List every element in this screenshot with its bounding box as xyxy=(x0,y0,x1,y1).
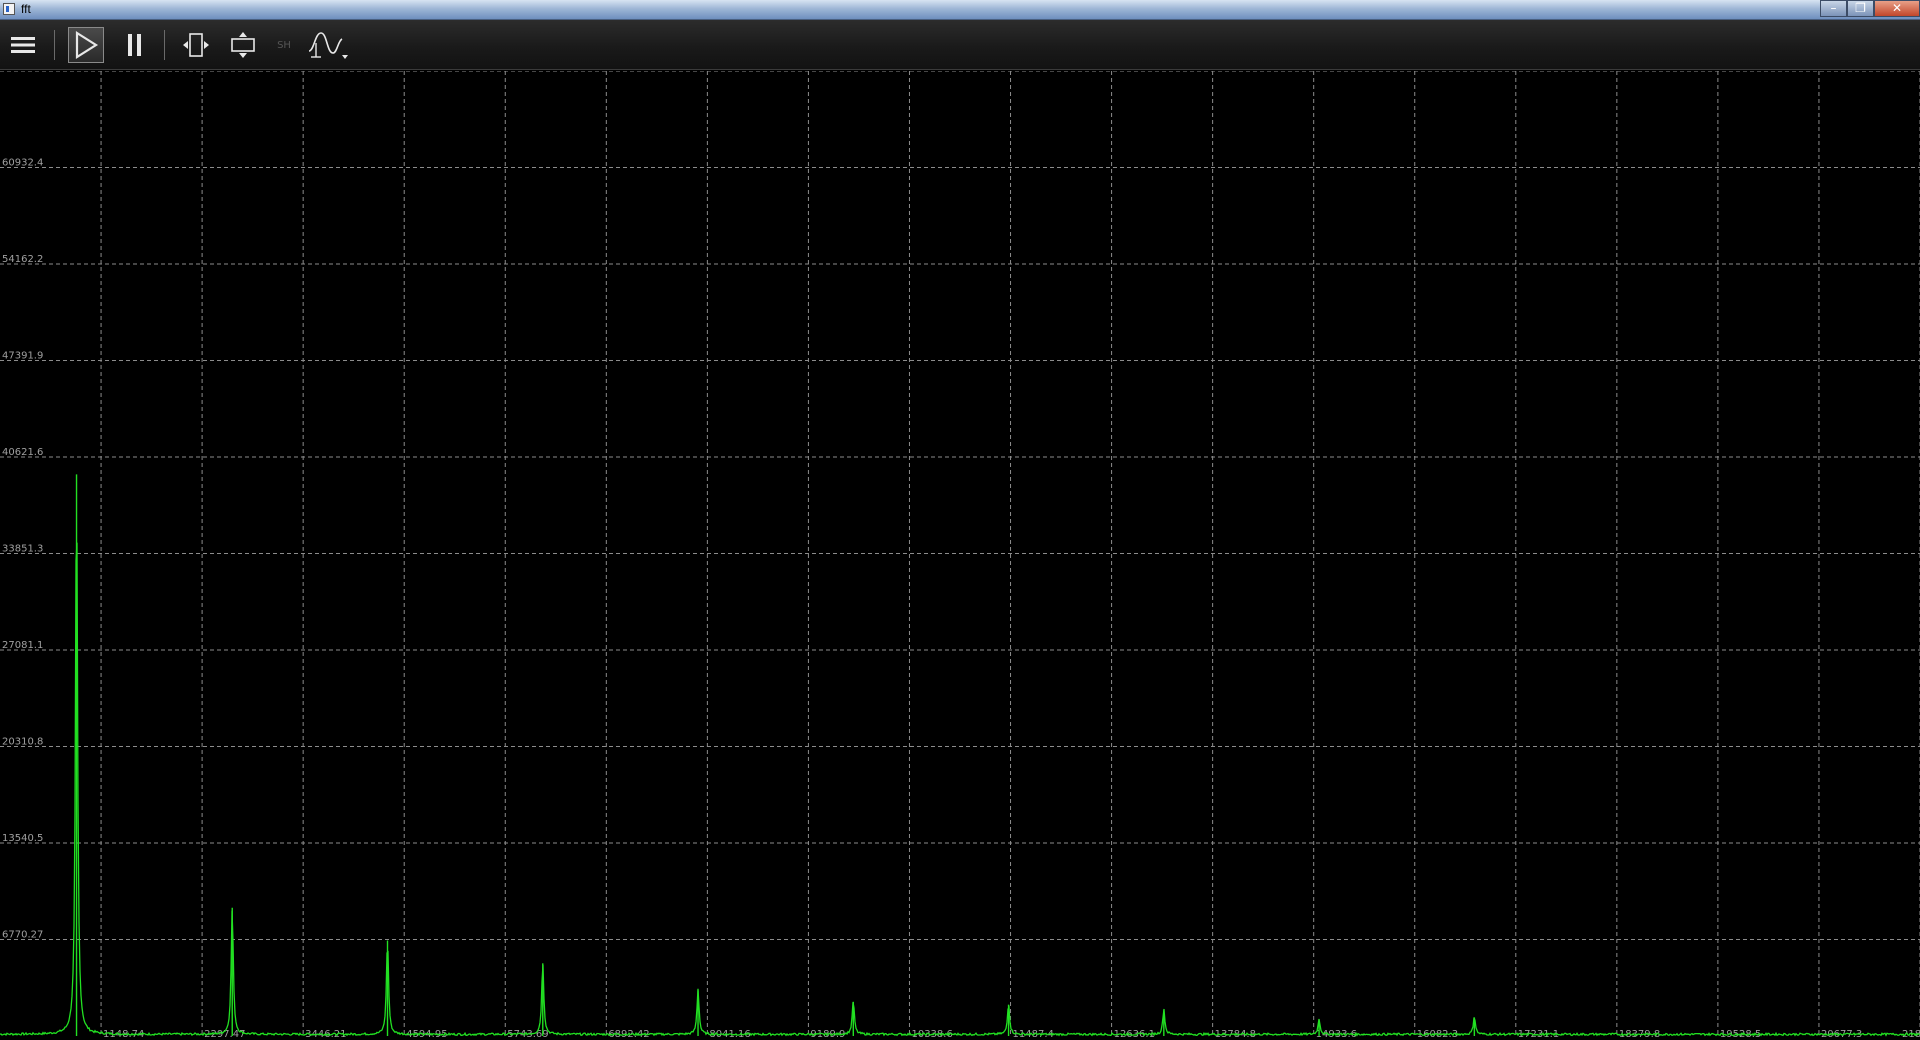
window-controls: – ❐ ✕ xyxy=(1820,0,1920,18)
y-tick-label: 20310.8 xyxy=(2,737,43,748)
menu-icon xyxy=(11,37,35,53)
restore-button[interactable]: ❐ xyxy=(1847,0,1874,17)
pause-button[interactable] xyxy=(120,27,150,63)
play-icon xyxy=(75,31,99,59)
fit-horizontal-button[interactable] xyxy=(180,27,212,63)
sample-hold-button[interactable]: SH xyxy=(274,27,294,63)
y-tick-label: 33851.3 xyxy=(2,544,43,555)
toolbar-separator xyxy=(164,30,165,60)
window-titlebar[interactable]: fft – ❐ ✕ xyxy=(0,0,1920,20)
y-tick-label: 47391.9 xyxy=(2,351,43,362)
y-tick-label: 60932.4 xyxy=(2,158,43,169)
y-tick-label: 54162.2 xyxy=(2,254,43,265)
y-tick-label: 40621.6 xyxy=(2,447,43,458)
spectrum-trace xyxy=(0,542,1920,1037)
fft-chart[interactable]: 0.0 60932.4 54162.2 47391.9 40621.6 33851.3 27… xyxy=(0,71,1920,1040)
pause-icon xyxy=(128,34,141,56)
menu-button[interactable] xyxy=(8,27,38,63)
trigger-button[interactable] xyxy=(306,27,350,63)
play-button[interactable] xyxy=(68,27,104,63)
close-button[interactable]: ✕ xyxy=(1874,0,1920,17)
y-tick-label: 0.0 xyxy=(2,71,18,72)
toolbar-separator xyxy=(54,30,55,60)
fit-horizontal-icon xyxy=(183,33,209,57)
fit-vertical-button[interactable] xyxy=(227,27,259,63)
window-title: fft xyxy=(21,2,31,16)
fft-plot-area[interactable]: 0.0 60932.4 54162.2 47391.9 40621.6 33851.3 27… xyxy=(0,71,1920,1040)
sample-hold-label: SH xyxy=(277,39,291,51)
app-icon xyxy=(3,3,15,15)
y-tick-label: 13540.5 xyxy=(2,833,43,844)
y-tick-label: 27081.1 xyxy=(2,640,43,651)
minimize-button[interactable]: – xyxy=(1820,0,1847,17)
y-tick-label: 6770.27 xyxy=(2,930,43,941)
trigger-icon xyxy=(308,32,348,59)
toolbar: SH xyxy=(0,20,1920,70)
fit-vertical-icon xyxy=(231,32,255,58)
